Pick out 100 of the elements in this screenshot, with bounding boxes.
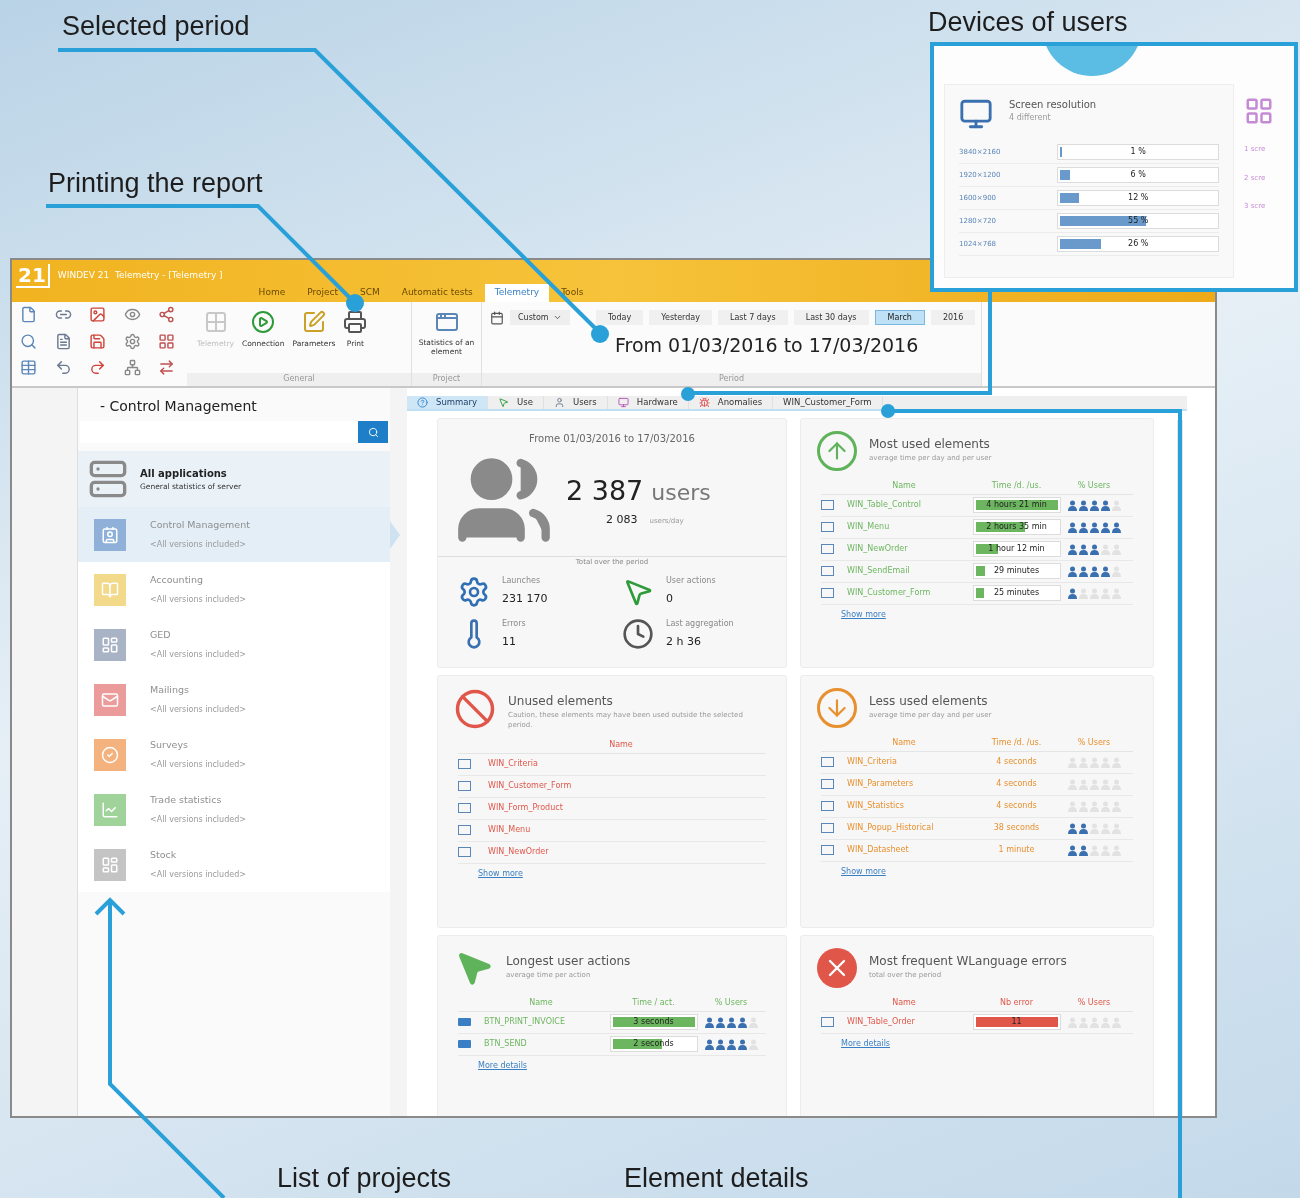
help-icon (417, 396, 428, 408)
monitor-icon (959, 97, 993, 131)
period-button[interactable]: Last 30 days (793, 310, 869, 325)
menu-tab[interactable]: Automatic tests (391, 284, 483, 302)
user-icon (1100, 565, 1110, 577)
window-icon (458, 803, 471, 814)
table-cell-text: WIN_Popup_Historical (846, 822, 935, 835)
share-icon[interactable] (158, 306, 176, 323)
grid-icon (203, 310, 228, 334)
server-icon (88, 459, 128, 499)
user-icon (1089, 822, 1099, 834)
button-icon (458, 1018, 471, 1027)
error-icon (817, 947, 857, 988)
period-button[interactable]: Last 7 days (718, 310, 788, 325)
table-cell-text: 4 seconds (995, 756, 1038, 769)
card-title: Longest user actions (506, 952, 631, 970)
project-item[interactable]: Accounting <All versions included> (78, 562, 390, 617)
table-cell-text: WIN_Customer_Form (487, 780, 573, 793)
show-more-link[interactable]: Show more (841, 865, 886, 878)
project-name: Control Management (150, 518, 250, 533)
image-icon[interactable] (89, 306, 107, 323)
menu-tab[interactable]: Telemetry (484, 284, 550, 302)
project-item[interactable]: Trade statistics <All versions included> (78, 782, 390, 837)
gear-icon (458, 575, 490, 608)
menu-tab[interactable]: Home (248, 284, 296, 302)
show-more-link[interactable]: More details (841, 1037, 891, 1050)
column-header: Name (891, 997, 917, 1010)
user-icon (1078, 844, 1088, 856)
callout-label: Printing the report (48, 167, 263, 200)
eye-icon[interactable] (123, 306, 141, 323)
table-icon[interactable] (20, 359, 37, 377)
project-item[interactable]: Stock <All versions included> (78, 837, 390, 892)
user-icon (704, 1038, 714, 1050)
content-tab[interactable]: Users (543, 396, 608, 409)
table-cell-text: WIN_Parameters (846, 778, 915, 791)
bar-text: 1 % (1130, 146, 1146, 158)
table-cell-text: 1 minute (997, 844, 1036, 857)
undo-icon[interactable] (54, 359, 72, 377)
content-tab[interactable]: Use (488, 396, 544, 409)
user-icon (1067, 844, 1077, 856)
project-versions: <All versions included> (150, 703, 246, 716)
bar-text: 3 seconds (633, 1016, 674, 1029)
menu-tab[interactable]: SCM (350, 284, 390, 302)
table-cell-text: WIN_Statistics (846, 800, 905, 813)
user-icon (1100, 499, 1110, 511)
card-title: Most frequent WLanguage errors (869, 952, 1067, 970)
project-versions: <All versions included> (150, 813, 246, 826)
caret-icon (553, 313, 562, 322)
project-versions: <All versions included> (150, 758, 246, 771)
window-icon (821, 845, 834, 856)
table-cell-text: BTN_SEND (483, 1038, 528, 1051)
project-versions: <All versions included> (150, 593, 246, 606)
settings-icon[interactable] (123, 332, 141, 350)
redo-icon[interactable] (89, 359, 107, 377)
stat-value: 231 170 (502, 591, 548, 608)
bug-icon (698, 396, 710, 408)
period-button[interactable]: Yesterday (649, 310, 712, 325)
window-icon (821, 522, 834, 533)
document-icon[interactable] (54, 332, 72, 350)
period-button[interactable]: Today (596, 310, 644, 325)
menu-tab[interactable]: Project (297, 284, 348, 302)
table-cell-text: WIN_NewOrder (487, 846, 550, 859)
user-icon (553, 396, 565, 408)
window-icon (458, 781, 471, 792)
user-icon (726, 1016, 736, 1028)
arrows-icon[interactable] (158, 359, 176, 377)
content-tab[interactable]: Summary (407, 396, 489, 409)
project-item[interactable]: GED <All versions included> (78, 617, 390, 672)
stat-value: 11 (502, 633, 517, 650)
project-item[interactable]: Surveys <All versions included> (78, 727, 390, 782)
table-cell-text: WIN_Form_Product (487, 802, 564, 815)
show-more-link[interactable]: Show more (841, 608, 886, 621)
user-icon (748, 1038, 758, 1050)
period-button[interactable]: March (874, 310, 925, 325)
table-cell-text: WIN_Table_Control (846, 499, 922, 512)
user-icon (1078, 521, 1088, 533)
search-icon[interactable] (20, 332, 37, 350)
period-button[interactable]: 2016 (930, 310, 976, 325)
network-icon[interactable] (123, 359, 141, 377)
window-icon (458, 847, 471, 858)
project-item[interactable]: Mailings <All versions included> (78, 672, 390, 727)
menu-tab[interactable]: Tools (551, 284, 594, 302)
user-icon (1078, 587, 1088, 599)
grid-icon[interactable] (158, 332, 176, 350)
period-dropdown[interactable]: Custom (510, 310, 570, 325)
cursor-icon (498, 396, 510, 408)
user-icon (1089, 543, 1099, 555)
table-cell-text: WIN_Customer_Form (846, 587, 932, 600)
column-header: Time /d. /us. (990, 737, 1043, 750)
file-icon[interactable] (20, 306, 37, 323)
show-more-link[interactable]: More details (478, 1059, 528, 1072)
show-more-link[interactable]: Show more (478, 867, 523, 880)
user-icon (1078, 499, 1088, 511)
window-icon (821, 1017, 834, 1028)
search-button[interactable] (358, 421, 388, 443)
save-icon[interactable] (89, 332, 107, 350)
user-icon (1067, 587, 1077, 599)
search-field[interactable] (80, 421, 358, 443)
bar-text: 25 minutes (993, 587, 1040, 600)
callout-label: Devices of users (928, 6, 1128, 39)
